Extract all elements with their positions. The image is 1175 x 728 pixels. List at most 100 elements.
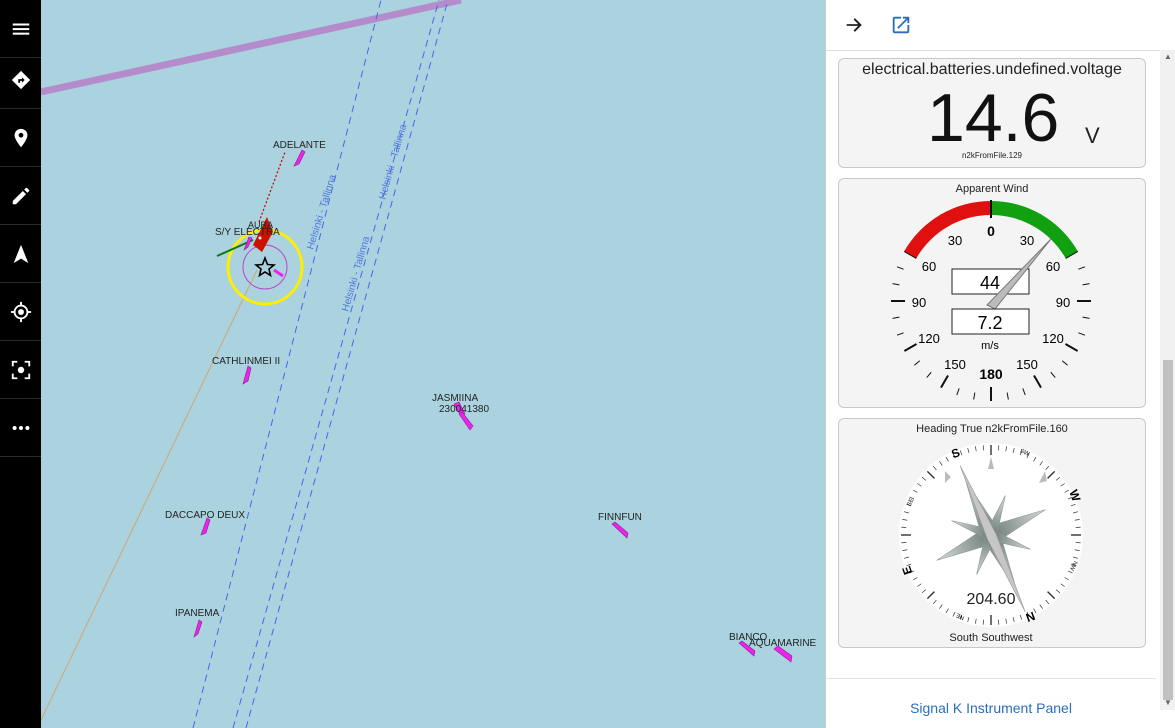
more-button[interactable] bbox=[0, 399, 41, 457]
vessel-label: JASMIINA bbox=[432, 393, 479, 404]
wind-tick bbox=[903, 343, 918, 352]
ais-vessel-icon[interactable] bbox=[193, 619, 203, 638]
scroll-down-icon[interactable]: ▼ bbox=[1160, 696, 1175, 710]
wind-tick-label: 120 bbox=[918, 331, 940, 346]
open-external-button[interactable] bbox=[888, 12, 914, 38]
wind-tick bbox=[926, 371, 932, 378]
vessel-label: AQUAMARINE bbox=[749, 638, 817, 649]
vessel-label: DACCAPO DEUX bbox=[165, 510, 246, 521]
wind-tick-label: 30 bbox=[1020, 233, 1034, 248]
wind-tick bbox=[1033, 374, 1042, 389]
chart-map[interactable]: Helsinki - Tallinna Helsinki - Tallinna … bbox=[41, 0, 825, 728]
anchor-star-icon[interactable] bbox=[253, 255, 277, 278]
waypoint-button[interactable] bbox=[0, 109, 41, 167]
wind-speed-unit: m/s bbox=[981, 340, 999, 352]
vessel-label: FINNFUN bbox=[598, 512, 642, 523]
vessel-label: 230041380 bbox=[439, 404, 490, 415]
close-panel-button[interactable] bbox=[841, 12, 867, 38]
arrow-right-icon bbox=[846, 18, 862, 32]
wind-tick-label: 180 bbox=[979, 366, 1003, 382]
vessel-label: IPANEMA bbox=[175, 608, 220, 619]
wind-tick bbox=[1082, 316, 1090, 319]
open-in-new-icon bbox=[892, 16, 910, 34]
map-canvas[interactable]: Helsinki - Tallinna Helsinki - Tallinna … bbox=[41, 0, 825, 728]
voltage-card: electrical.batteries.undefined.voltage 1… bbox=[838, 58, 1146, 168]
wind-tick bbox=[896, 332, 904, 336]
track-line bbox=[41, 269, 258, 721]
heading-compass: S W N E SW NW NE SE 204.60 South Southwe… bbox=[899, 443, 1084, 644]
locate-icon bbox=[10, 301, 31, 322]
scroll-up-icon[interactable]: ▲ bbox=[1160, 50, 1175, 64]
wind-tick-label: 0 bbox=[987, 223, 995, 239]
focus-button[interactable] bbox=[0, 341, 41, 399]
route-label: Helsinki - Tallinna bbox=[305, 173, 338, 251]
more-icon bbox=[12, 425, 29, 430]
wind-tick bbox=[1064, 343, 1079, 352]
wind-tick-label: 150 bbox=[1016, 357, 1038, 372]
route-label: Helsinki - Tallinna bbox=[340, 235, 372, 313]
heading-value: 204.60 bbox=[967, 591, 1016, 608]
wind-tick bbox=[1050, 371, 1056, 378]
wind-tick bbox=[1082, 283, 1090, 286]
voltage-unit: V bbox=[1085, 123, 1100, 148]
wind-tick-label: 60 bbox=[922, 259, 936, 274]
navigate-icon bbox=[13, 244, 28, 263]
wind-tick-label: 120 bbox=[1042, 331, 1064, 346]
wind-tick-label: 90 bbox=[912, 295, 926, 310]
panel-scroll-area[interactable]: electrical.batteries.undefined.voltage 1… bbox=[826, 50, 1156, 678]
ais-vessel-icon[interactable] bbox=[611, 521, 629, 539]
wind-gauge: 0 30 30 60 60 90 90 120 120 150 150 180 … bbox=[891, 200, 1091, 401]
voltage-value: 14.6 bbox=[927, 80, 1060, 156]
wind-tick-label: 150 bbox=[944, 357, 966, 372]
wind-tick-label: 90 bbox=[1056, 295, 1070, 310]
vessel-label: ADELANTE bbox=[273, 140, 326, 151]
panel-scrollbar[interactable]: ▲ ▼ bbox=[1160, 50, 1175, 710]
edit-button[interactable] bbox=[0, 167, 41, 225]
instrument-panel: electrical.batteries.undefined.voltage 1… bbox=[825, 0, 1175, 728]
port-arc bbox=[904, 201, 991, 258]
left-toolbar bbox=[0, 0, 41, 728]
wind-tick bbox=[940, 374, 949, 389]
scroll-thumb[interactable] bbox=[1163, 360, 1173, 700]
wind-tick bbox=[1022, 388, 1026, 396]
wind-tick bbox=[1078, 266, 1086, 270]
edit-icon bbox=[12, 187, 29, 204]
wind-tick bbox=[914, 360, 921, 366]
wind-tick bbox=[1061, 360, 1068, 366]
wind-gauge-card: Apparent Wind 0 30 30 60 60 90 90 120 12… bbox=[838, 178, 1146, 408]
route-button[interactable] bbox=[0, 51, 41, 109]
boundary-line bbox=[41, 0, 462, 96]
menu-button[interactable] bbox=[0, 0, 41, 58]
vessel-label: AURA bbox=[248, 220, 274, 230]
starboard-arc bbox=[991, 201, 1078, 258]
instrument-panel-link[interactable]: Signal K Instrument Panel bbox=[826, 700, 1156, 716]
focus-icon bbox=[11, 360, 30, 379]
voltage-title: electrical.batteries.undefined.voltage bbox=[862, 61, 1122, 78]
locate-button[interactable] bbox=[0, 283, 41, 341]
heading-line bbox=[258, 151, 286, 223]
panel-header bbox=[826, 0, 1175, 51]
wind-tick bbox=[956, 388, 960, 396]
ais-vessel-icon[interactable] bbox=[242, 365, 252, 385]
wind-tick bbox=[892, 316, 900, 319]
wind-tick bbox=[973, 392, 976, 400]
wind-angle-value: 44 bbox=[980, 273, 1000, 293]
route-icon bbox=[11, 70, 30, 89]
wind-tick-label: 60 bbox=[1046, 259, 1060, 274]
heading-direction: South Southwest bbox=[949, 632, 1032, 644]
heading-compass-card: Heading True n2kFromFile.160 S W N E SW … bbox=[838, 418, 1146, 648]
wind-tick bbox=[1078, 332, 1086, 336]
ais-vessel-icon[interactable] bbox=[293, 149, 306, 167]
anchor-ring bbox=[242, 244, 288, 290]
wind-tick-label: 30 bbox=[948, 233, 962, 248]
navigate-button[interactable] bbox=[0, 225, 41, 283]
wind-speed-value: 7.2 bbox=[977, 313, 1002, 333]
vessel-label: CATHLINMEI II bbox=[212, 356, 281, 367]
waypoint-icon bbox=[14, 128, 27, 147]
wind-tick bbox=[892, 283, 900, 286]
route-label: Helsinki - Tallinna bbox=[377, 123, 409, 201]
wind-tick bbox=[896, 266, 904, 270]
voltage-source: n2kFromFile.129 bbox=[961, 151, 1023, 160]
wind-tick bbox=[1006, 392, 1009, 400]
menu-icon bbox=[12, 23, 29, 35]
